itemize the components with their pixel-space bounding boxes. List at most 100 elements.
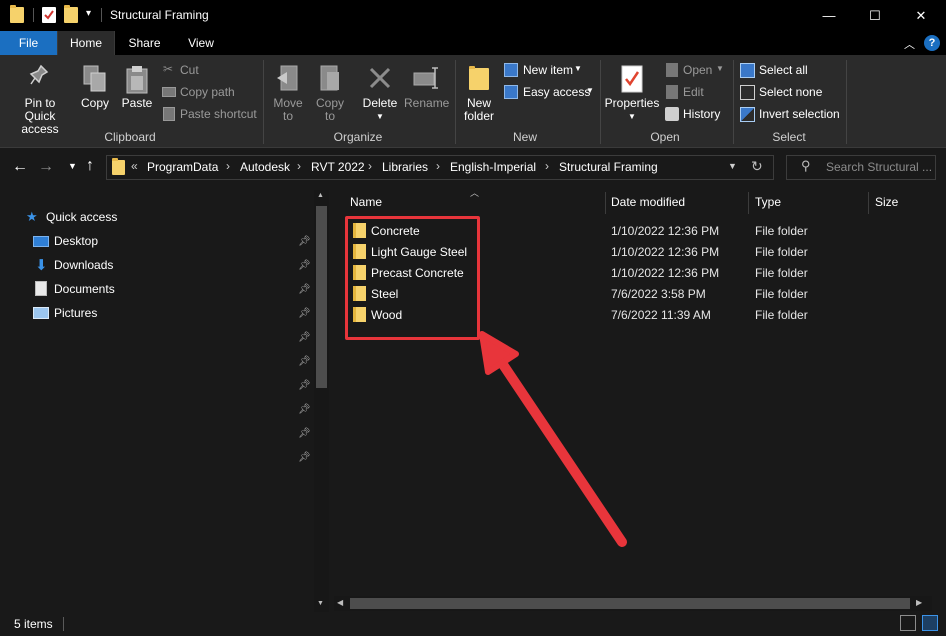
file-date: 1/10/2022 12:36 PM	[611, 224, 720, 238]
scroll-thumb[interactable]	[316, 206, 327, 388]
cut-label: Cut	[180, 63, 199, 77]
breadcrumb-item[interactable]: Libraries	[382, 160, 428, 174]
properties-button[interactable]: Properties ▼	[604, 60, 660, 128]
move-to-label: Move to	[273, 96, 303, 123]
column-date-modified[interactable]: Date modified	[611, 195, 685, 209]
file-list-scrollbar[interactable]	[930, 190, 945, 596]
large-icons-view-icon[interactable]	[922, 615, 938, 631]
overflow-chevron-icon[interactable]: «	[131, 159, 138, 173]
chevron-right-icon[interactable]: ›	[226, 159, 230, 173]
highlight-box	[345, 216, 480, 340]
nav-item-pictures[interactable]: Pictures	[54, 306, 97, 320]
pin-label: Pin to Quick access	[21, 96, 59, 136]
pinned-icon: 📌︎	[298, 380, 311, 391]
chevron-right-icon[interactable]: ›	[436, 159, 440, 173]
scroll-right-icon[interactable]: ▶	[916, 598, 922, 607]
clipboard-group-label: Clipboard	[104, 130, 156, 144]
breadcrumb-item[interactable]: RVT 2022	[311, 160, 365, 174]
column-divider[interactable]	[868, 192, 869, 214]
collapse-ribbon-icon[interactable]: ︿	[904, 36, 915, 52]
divider	[846, 60, 847, 144]
copy-path-button[interactable]: Copy path	[160, 84, 260, 102]
nav-item-desktop[interactable]: Desktop	[54, 234, 98, 248]
new-folder-button[interactable]: New folder	[459, 60, 499, 128]
chevron-right-icon[interactable]: ›	[368, 159, 372, 173]
search-placeholder[interactable]: Search Structural ...	[826, 160, 932, 174]
divider	[455, 60, 456, 144]
details-view-icon[interactable]	[900, 615, 916, 631]
chevron-right-icon[interactable]: ›	[297, 159, 301, 173]
nav-item-downloads[interactable]: Downloads	[54, 258, 113, 272]
scroll-left-icon[interactable]: ◀	[337, 598, 343, 607]
nav-quick-access[interactable]: Quick access	[46, 210, 117, 224]
history-label: History	[683, 107, 721, 121]
file-type: File folder	[755, 224, 808, 238]
column-type[interactable]: Type	[755, 195, 781, 209]
copy-to-button[interactable]: Copy to	[312, 60, 348, 128]
window-title: Structural Framing	[110, 8, 209, 22]
horizontal-scroll-thumb[interactable]	[350, 598, 910, 609]
pinned-icon: 📌︎	[298, 284, 311, 295]
forward-arrow-icon[interactable]: →	[38, 158, 54, 176]
pin-to-quick-access-button[interactable]: Pin to Quick access	[8, 60, 72, 136]
column-divider[interactable]	[748, 192, 749, 214]
properties-quick-icon[interactable]	[42, 7, 56, 23]
paste-shortcut-button[interactable]: Paste shortcut	[160, 106, 260, 124]
rename-button[interactable]: Rename	[404, 60, 449, 128]
move-to-button[interactable]: Move to	[270, 60, 306, 128]
edit-label: Edit	[683, 85, 704, 99]
back-arrow-icon[interactable]: ←	[12, 158, 28, 176]
address-dropdown-chevron-icon[interactable]: ▼	[728, 161, 737, 171]
recent-locations-chevron-icon[interactable]: ▼	[68, 161, 77, 171]
tab-file[interactable]: File	[0, 31, 57, 55]
delete-button[interactable]: Delete ▼	[360, 60, 400, 128]
breadcrumb-current[interactable]: Structural Framing	[559, 160, 658, 174]
easy-access-button[interactable]: Easy access ▼	[504, 84, 596, 102]
open-group-label: Open	[650, 130, 680, 144]
up-arrow-icon[interactable]: ↑	[86, 157, 94, 175]
open-button[interactable]: Open ▼	[664, 62, 744, 80]
breadcrumb-item[interactable]: Autodesk	[240, 160, 290, 174]
properties-icon	[621, 65, 643, 93]
tab-share[interactable]: Share	[117, 31, 172, 55]
column-name[interactable]: Name	[350, 195, 382, 209]
cut-button[interactable]: ✂ Cut	[160, 62, 260, 80]
select-all-button[interactable]: Select all	[740, 62, 844, 80]
scroll-up-icon[interactable]: ▲	[317, 192, 324, 199]
file-date: 1/10/2022 12:36 PM	[611, 266, 720, 280]
nav-item-documents[interactable]: Documents	[54, 282, 115, 296]
item-count: 5 items	[14, 617, 53, 631]
select-none-button[interactable]: Select none	[740, 84, 844, 102]
breadcrumb-item[interactable]: ProgramData	[147, 160, 218, 174]
copy-path-label: Copy path	[180, 85, 235, 99]
refresh-icon[interactable]: ↻	[751, 158, 763, 175]
minimize-button[interactable]: —	[806, 0, 852, 31]
paste-button[interactable]: Paste	[118, 60, 156, 128]
copy-button[interactable]: Copy	[78, 60, 112, 128]
tab-home[interactable]: Home	[57, 31, 115, 55]
new-folder-quick-icon[interactable]	[64, 5, 78, 23]
copy-to-icon	[320, 65, 339, 91]
column-divider[interactable]	[605, 192, 606, 214]
customize-quick-access-icon[interactable]: ▾	[86, 8, 91, 19]
tab-view[interactable]: View	[174, 31, 228, 55]
maximize-button[interactable]: ☐	[852, 0, 898, 31]
edit-button[interactable]: Edit	[664, 84, 744, 102]
help-icon[interactable]: ?	[924, 35, 940, 51]
scroll-down-icon[interactable]: ▼	[317, 600, 324, 607]
new-item-label: New item	[523, 63, 574, 77]
history-button[interactable]: History	[664, 106, 744, 124]
downloads-icon: ⬇	[35, 257, 48, 274]
select-none-icon	[740, 85, 755, 100]
chevron-right-icon[interactable]: ›	[545, 159, 549, 173]
breadcrumb-item[interactable]: English-Imperial	[450, 160, 536, 174]
column-size[interactable]: Size	[875, 195, 898, 209]
pictures-icon	[33, 307, 49, 319]
divider	[63, 617, 64, 631]
new-item-button[interactable]: New item ▼	[504, 62, 596, 80]
copy-icon	[83, 65, 106, 92]
close-button[interactable]: ✕	[898, 0, 944, 31]
file-type: File folder	[755, 266, 808, 280]
file-date: 1/10/2022 12:36 PM	[611, 245, 720, 259]
invert-selection-button[interactable]: Invert selection	[740, 106, 844, 124]
